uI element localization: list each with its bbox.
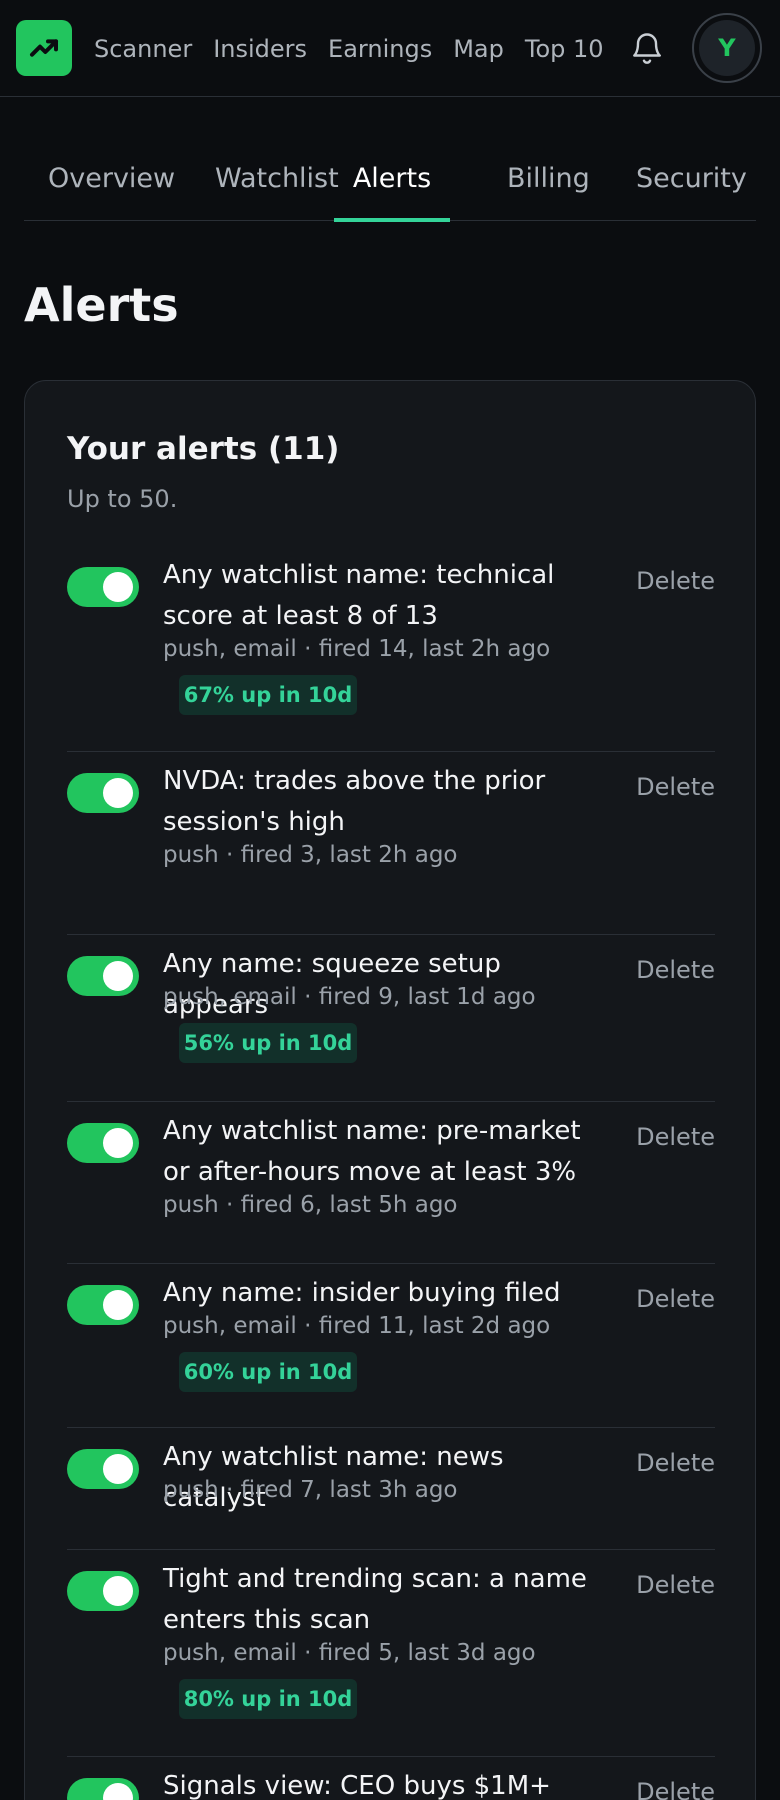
tab-security[interactable]: Security [636,135,747,221]
alert-item: Signals view: CEO buys $1M+ Delete [67,1757,715,1800]
top-navbar: Scanner Insiders Earnings Map Top 10 Y [0,0,780,97]
alert-item: Any name: squeeze setup appears push, em… [67,935,715,1102]
alert-description: Any name: insider buying filed [163,1278,561,1308]
alert-item: Any watchlist name: technical score at l… [67,560,715,752]
alert-item: Tight and trending scan: a name enters t… [67,1550,715,1757]
card-subtitle: Up to 50. [67,485,178,513]
delete-button[interactable]: Delete [636,1449,715,1477]
alert-meta: push · fired 6, last 5h ago [163,1192,458,1218]
alerts-card: Your alerts (11) Up to 50. Any watchlist… [24,380,756,1800]
alert-toggle[interactable] [67,1123,139,1163]
alert-toggle[interactable] [67,567,139,607]
delete-button[interactable]: Delete [636,1778,715,1800]
delete-button[interactable]: Delete [636,956,715,984]
alert-item: Any name: insider buying filed push, ema… [67,1264,715,1428]
nav-link-top-10[interactable]: Top 10 [525,35,604,63]
delete-button[interactable]: Delete [636,773,715,801]
delete-button[interactable]: Delete [636,567,715,595]
tab-billing[interactable]: Billing [507,135,590,221]
alert-description: Signals view: CEO buys $1M+ [163,1771,551,1800]
alert-toggle[interactable] [67,1778,139,1800]
performance-badge: 56% up in 10d [179,1023,357,1063]
alert-meta: push · fired 7, last 3h ago [163,1477,458,1503]
nav-link-scanner[interactable]: Scanner [94,35,192,63]
alert-meta: push · fired 3, last 2h ago [163,842,458,868]
tab-overview[interactable]: Overview [48,135,175,221]
alert-toggle[interactable] [67,773,139,813]
alert-meta: push, email · fired 5, last 3d ago [163,1640,536,1666]
performance-badge: 60% up in 10d [179,1352,357,1392]
nav-link-earnings[interactable]: Earnings [328,35,432,63]
alert-description: NVDA: trades above the prior session's h… [163,766,546,837]
trending-up-icon [30,39,58,57]
delete-button[interactable]: Delete [636,1285,715,1313]
tab-watchlist[interactable]: Watchlist [215,135,339,221]
performance-badge: 67% up in 10d [179,675,357,715]
alert-meta: push, email · fired 14, last 2h ago [163,636,551,662]
alert-description: Any watchlist name: pre-market or after-… [163,1116,581,1187]
account-tabs: Overview Watchlist Alerts Billing Securi… [24,135,756,222]
alert-item: Any watchlist name: news catalyst push ·… [67,1428,715,1550]
alert-item: Any watchlist name: pre-market or after-… [67,1102,715,1264]
avatar-initial: Y [699,20,755,76]
alert-item: NVDA: trades above the prior session's h… [67,766,715,935]
card-title: Your alerts (11) [67,431,340,467]
delete-button[interactable]: Delete [636,1123,715,1151]
nav-link-map[interactable]: Map [453,35,504,63]
alert-meta: push, email · fired 11, last 2d ago [163,1313,551,1339]
delete-button[interactable]: Delete [636,1571,715,1599]
logo[interactable] [16,20,72,76]
nav-links: Scanner Insiders Earnings Map Top 10 [94,0,625,97]
alert-description: Tight and trending scan: a name enters t… [163,1564,587,1635]
nav-link-insiders[interactable]: Insiders [213,35,307,63]
alert-meta: push, email · fired 9, last 1d ago [163,984,536,1010]
alert-toggle[interactable] [67,1571,139,1611]
alert-toggle[interactable] [67,1449,139,1489]
performance-badge: 80% up in 10d [179,1679,357,1719]
avatar[interactable]: Y [692,13,762,83]
alert-description: Any watchlist name: technical score at l… [163,560,555,631]
page-title: Alerts [24,278,179,332]
notifications-bell-icon[interactable] [629,28,665,68]
tab-alerts[interactable]: Alerts [334,135,450,222]
alert-toggle[interactable] [67,1285,139,1325]
alert-toggle[interactable] [67,956,139,996]
